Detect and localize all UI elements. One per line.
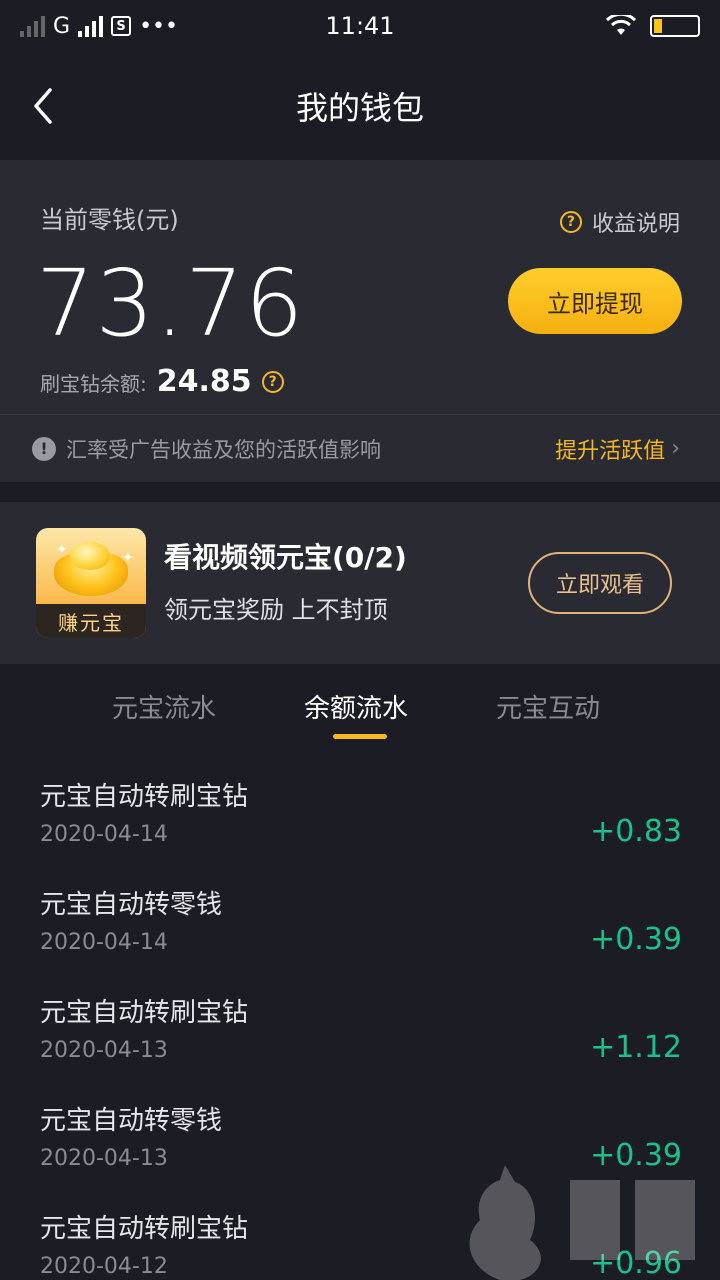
- diamond-balance-value: 24.85: [156, 364, 252, 399]
- chevron-left-icon: [34, 88, 52, 124]
- page-header: 我的钱包: [0, 52, 720, 160]
- page-title: 我的钱包: [295, 89, 424, 127]
- transaction-date: 2020-04-12: [40, 1254, 168, 1279]
- signal-icon-sim2: [78, 15, 104, 37]
- transaction-amount: +0.39: [590, 922, 682, 957]
- transaction-date: 2020-04-14: [40, 822, 168, 847]
- transaction-amount: +1.12: [590, 1030, 682, 1065]
- watch-video-button[interactable]: 立即观看: [528, 552, 672, 614]
- balance-amount: 73.76: [36, 250, 305, 357]
- transaction-amount: +0.96: [590, 1246, 682, 1280]
- list-item[interactable]: 元宝自动转零钱 2020-04-13 +0.39: [0, 1074, 720, 1182]
- signal-icon-sim1: [20, 15, 45, 37]
- transaction-amount: +0.39: [590, 1138, 682, 1173]
- ledger-tabs: 元宝流水 余额流水 元宝互动: [0, 664, 720, 750]
- transaction-date: 2020-04-13: [40, 1146, 168, 1171]
- back-button[interactable]: [22, 84, 62, 128]
- exchange-notice-bar: ! 汇率受广告收益及您的活跃值影响 提升活跃值 ›: [0, 414, 720, 482]
- battery-icon: [650, 15, 700, 37]
- transaction-list: 元宝自动转刷宝钻 2020-04-14 +0.83 元宝自动转零钱 2020-0…: [0, 750, 720, 1280]
- chevron-right-icon: ›: [671, 436, 680, 461]
- ingot-thumbnail: ✦ ✦ 赚元宝: [36, 528, 146, 638]
- transaction-title: 元宝自动转刷宝钻: [40, 1214, 249, 1244]
- boost-activity-label: 提升活跃值: [555, 438, 666, 464]
- network-type: G: [53, 13, 71, 39]
- transaction-title: 元宝自动转零钱: [40, 1106, 223, 1136]
- boost-activity-link[interactable]: 提升活跃值 ›: [555, 433, 680, 465]
- income-help-link[interactable]: ? 收益说明: [559, 206, 680, 238]
- more-notifications-icon: •••: [139, 13, 178, 39]
- balance-card: 当前零钱(元) ? 收益说明 73.76 立即提现 刷宝钻余额: 24.85 ?…: [0, 160, 720, 482]
- transaction-title: 元宝自动转零钱: [40, 890, 223, 920]
- transaction-title: 元宝自动转刷宝钻: [40, 998, 249, 1028]
- list-item[interactable]: 元宝自动转刷宝钻 2020-04-12 +0.96: [0, 1182, 720, 1280]
- income-help-label: 收益说明: [591, 212, 680, 237]
- list-item[interactable]: 元宝自动转刷宝钻 2020-04-14 +0.83: [0, 750, 720, 858]
- transaction-date: 2020-04-13: [40, 1038, 168, 1063]
- tab-ingot-flow[interactable]: 元宝流水: [112, 688, 216, 725]
- status-bar: G S ••• 11:41: [0, 0, 720, 52]
- diamond-balance-row: 刷宝钻余额: 24.85 ?: [40, 364, 284, 399]
- task-title: 看视频领元宝(0/2): [164, 541, 407, 574]
- active-tab-indicator: [333, 734, 387, 739]
- gold-ingot-top: [70, 542, 110, 570]
- exchange-notice-text: 汇率受广告收益及您的活跃值影响: [66, 437, 381, 462]
- transaction-title: 元宝自动转刷宝钻: [40, 782, 249, 812]
- video-task-card: ✦ ✦ 赚元宝 看视频领元宝(0/2) 领元宝奖励 上不封顶 立即观看: [0, 502, 720, 664]
- thumbnail-label: 赚元宝: [36, 604, 146, 638]
- balance-label: 当前零钱(元): [40, 206, 179, 234]
- exchange-notice: ! 汇率受广告收益及您的活跃值影响: [32, 434, 381, 464]
- transaction-amount: +0.83: [590, 814, 682, 849]
- status-left: G S •••: [20, 14, 178, 39]
- list-item[interactable]: 元宝自动转刷宝钻 2020-04-13 +1.12: [0, 966, 720, 1074]
- wifi-icon: [606, 15, 636, 35]
- transaction-date: 2020-04-14: [40, 930, 168, 955]
- sim-icon: S: [111, 16, 132, 36]
- question-icon: ?: [559, 211, 582, 233]
- tab-ingot-interaction[interactable]: 元宝互动: [496, 688, 600, 725]
- task-description: 领元宝奖励 上不封顶: [164, 596, 388, 624]
- info-icon: !: [32, 436, 56, 461]
- status-right: [606, 15, 700, 37]
- tab-balance-flow[interactable]: 余额流水: [304, 688, 408, 725]
- diamond-balance-label: 刷宝钻余额:: [40, 372, 147, 396]
- diamond-help-icon[interactable]: ?: [261, 370, 284, 393]
- list-item[interactable]: 元宝自动转零钱 2020-04-14 +0.39: [0, 858, 720, 966]
- withdraw-button[interactable]: 立即提现: [508, 268, 682, 334]
